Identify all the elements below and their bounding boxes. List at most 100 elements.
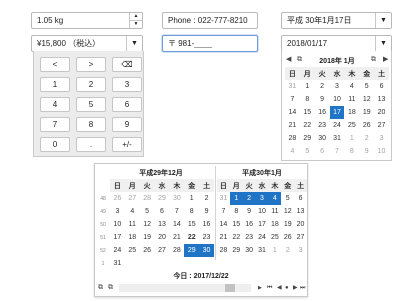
calendar-day[interactable]: 26 xyxy=(359,119,374,132)
calendar-day[interactable]: 5 xyxy=(140,205,155,218)
calendar-day[interactable]: 30 xyxy=(169,192,184,205)
calendar-day[interactable]: 30 xyxy=(243,244,256,257)
calc-key[interactable]: 0 xyxy=(40,137,70,152)
calc-key[interactable]: 6 xyxy=(112,97,142,112)
next-month-icon[interactable]: ▶ xyxy=(383,56,388,64)
calendar-day[interactable]: 10 xyxy=(110,218,125,231)
calendar-day[interactable]: 10 xyxy=(330,93,345,106)
calc-key[interactable]: 8 xyxy=(76,117,106,132)
calendar-day[interactable]: 15 xyxy=(300,106,315,119)
calendar-day[interactable]: 2 xyxy=(242,192,256,205)
prev-month-icon[interactable]: ◀ xyxy=(286,56,291,64)
calendar-day[interactable]: 13 xyxy=(294,205,307,218)
calendar-day[interactable]: 28 xyxy=(285,132,300,145)
last-month-icon[interactable]: ⏭ xyxy=(300,284,305,292)
calendar-day[interactable]: 20 xyxy=(155,231,170,244)
calendar-day[interactable]: 23 xyxy=(199,231,214,244)
calc-key[interactable]: 4 xyxy=(40,97,70,112)
scrollbar-thumb[interactable] xyxy=(225,284,235,292)
calendar-day[interactable]: 29 xyxy=(155,192,170,205)
calendar-day[interactable]: 24 xyxy=(330,119,345,132)
spin-down-icon[interactable]: ▼ xyxy=(130,20,142,28)
calc-key[interactable]: > xyxy=(76,57,106,72)
calendar-day[interactable]: 10 xyxy=(256,205,269,218)
calendar-day[interactable]: 1 xyxy=(344,132,359,145)
calendar-day[interactable]: 7 xyxy=(285,93,300,106)
calendar-day[interactable]: 25 xyxy=(344,119,359,132)
calendar-day[interactable]: 12 xyxy=(281,205,294,218)
calendar-day[interactable]: 11 xyxy=(125,218,140,231)
calendar-day[interactable]: 19 xyxy=(140,231,155,244)
calendar-copy-icon[interactable]: ⧉ xyxy=(98,284,103,292)
calendar-day[interactable]: 21 xyxy=(285,119,300,132)
weight-numeric-input[interactable]: 1.05 kg ▲ ▼ xyxy=(31,12,143,29)
era-date-input[interactable]: 平成 30年1月17日 ▼ xyxy=(281,12,392,29)
calendar-day[interactable]: 23 xyxy=(243,231,256,244)
calendar-day[interactable]: 9 xyxy=(199,205,214,218)
calendar-day[interactable]: 27 xyxy=(155,244,170,257)
calendar-day[interactable]: 29 xyxy=(300,132,315,145)
calendar-day[interactable]: 1 xyxy=(300,80,315,93)
spin-up-icon[interactable]: ▲ xyxy=(130,13,142,20)
calendar-day[interactable]: 14 xyxy=(169,218,184,231)
calendar-day[interactable]: 7 xyxy=(217,205,230,218)
calendar-day[interactable]: 31 xyxy=(330,132,345,145)
calendar-day[interactable]: 22 xyxy=(300,119,315,132)
calendar-day[interactable]: 28 xyxy=(140,192,155,205)
calendar-day[interactable]: 4 xyxy=(285,145,300,158)
calendar-day[interactable]: 3 xyxy=(374,132,389,145)
calendar-day[interactable]: 2 xyxy=(315,80,330,93)
postal-code-input[interactable]: 〒 981-____ xyxy=(162,35,258,52)
calendar-day[interactable]: 18 xyxy=(344,106,359,119)
calendar-day[interactable]: 24 xyxy=(256,231,269,244)
calendar-day[interactable]: 11 xyxy=(344,93,359,106)
currency-dropdown-icon[interactable]: ▼ xyxy=(126,36,142,51)
era-date-dropdown-icon[interactable]: ▼ xyxy=(375,13,391,28)
calendar-day[interactable]: 31 xyxy=(217,192,230,205)
phone-mask-input[interactable]: Phone : 022-777-8210 xyxy=(162,12,258,29)
calendar-day[interactable]: 8 xyxy=(184,205,199,218)
current-month-icon[interactable]: ● xyxy=(285,284,289,292)
calendar-day[interactable]: 27 xyxy=(125,192,140,205)
copy-icon[interactable]: ⧉ xyxy=(371,56,376,64)
calendar-day[interactable]: 13 xyxy=(374,93,389,106)
calendar-day[interactable]: 5 xyxy=(359,80,374,93)
calc-key[interactable]: 1 xyxy=(40,77,70,92)
calendar-day[interactable]: 19 xyxy=(281,218,294,231)
calendar-day[interactable]: 7 xyxy=(330,145,345,158)
next-month-icon[interactable]: ▶ xyxy=(293,284,298,292)
calendar-day[interactable]: 22 xyxy=(230,231,243,244)
calendar-day[interactable]: 28 xyxy=(217,244,230,257)
calendar-day[interactable]: 26 xyxy=(140,244,155,257)
calendar-day[interactable]: 18 xyxy=(268,218,281,231)
scroll-right-icon[interactable]: ▶ xyxy=(258,284,262,292)
calendar-day[interactable]: 26 xyxy=(110,192,125,205)
calendar-day[interactable]: 31 xyxy=(110,257,125,270)
horizontal-scrollbar[interactable] xyxy=(119,284,251,292)
calendar-day[interactable]: 31 xyxy=(256,244,269,257)
calendar-day[interactable]: 9 xyxy=(315,93,330,106)
calendar-day[interactable]: 4 xyxy=(344,80,359,93)
calc-key[interactable]: . xyxy=(76,137,106,152)
calendar-day[interactable]: 18 xyxy=(125,231,140,244)
calendar-day[interactable]: 27 xyxy=(374,119,389,132)
calendar-day[interactable]: 27 xyxy=(294,231,307,244)
calendar-day[interactable]: 19 xyxy=(359,106,374,119)
calendar-day[interactable]: 17 xyxy=(256,218,269,231)
calendar-day[interactable]: 15 xyxy=(184,218,199,231)
calendar-day[interactable]: 21 xyxy=(169,231,184,244)
calendar-day[interactable]: 1 xyxy=(268,244,281,257)
calendar-day[interactable]: 6 xyxy=(294,192,307,205)
calendar-day[interactable]: 23 xyxy=(315,119,330,132)
calendar-day[interactable]: 16 xyxy=(243,218,256,231)
calendar-day[interactable]: 3 xyxy=(255,192,269,205)
calendar-day[interactable]: 26 xyxy=(281,231,294,244)
calc-key[interactable]: 9 xyxy=(112,117,142,132)
calendar-day[interactable]: 3 xyxy=(110,205,125,218)
prev-month-icon[interactable]: ◀ xyxy=(277,284,282,292)
calendar-day[interactable]: 4 xyxy=(268,192,282,205)
weight-spinner[interactable]: ▲ ▼ xyxy=(129,13,142,28)
calendar-day[interactable]: 3 xyxy=(330,80,345,93)
calendar-day[interactable]: 8 xyxy=(230,205,243,218)
calendar-today-icon[interactable]: ⧉ xyxy=(108,284,113,292)
